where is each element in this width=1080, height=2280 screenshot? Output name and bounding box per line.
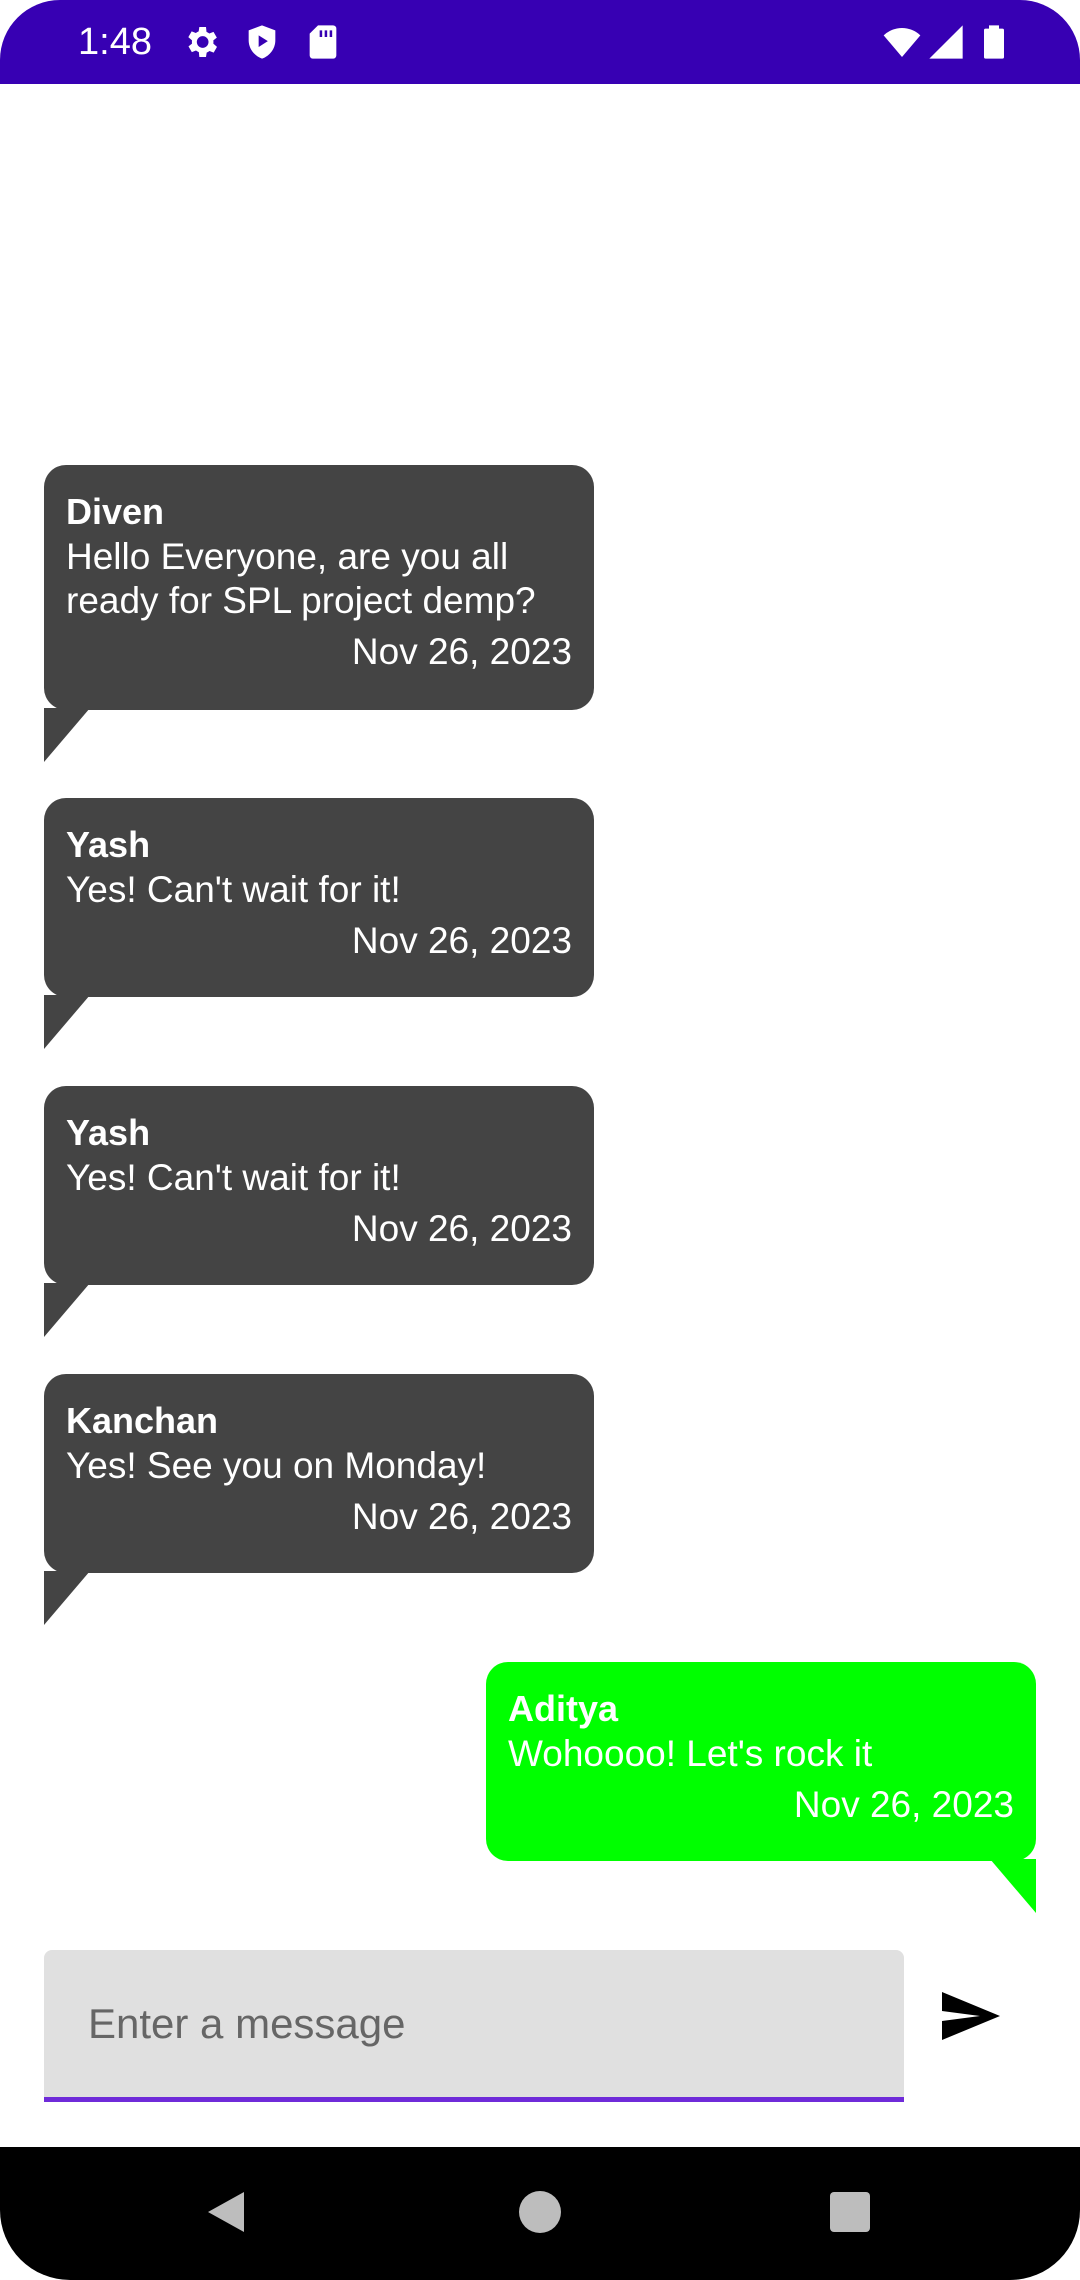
battery-icon <box>974 22 1014 62</box>
message-date: Nov 26, 2023 <box>351 1208 572 1249</box>
message-sender: Yash <box>66 1112 151 1153</box>
back-icon <box>208 2192 244 2232</box>
shield-play-icon <box>242 22 282 62</box>
message-sender: Kanchan <box>66 1400 219 1441</box>
message-text: Hello Everyone, are you all ready for SP… <box>66 536 536 621</box>
message-bubble-outgoing[interactable]: Aditya Wohoooo! Let's rock it Nov 26, 20… <box>486 1662 1036 1861</box>
bubble-tail <box>44 708 90 762</box>
send-icon <box>942 1992 1000 2040</box>
status-bar: 1:48 <box>0 0 1080 84</box>
message-input[interactable] <box>44 1950 904 2097</box>
message-sender: Diven <box>66 491 165 532</box>
bubble-tail <box>44 1571 90 1625</box>
message-input-container[interactable] <box>44 1950 904 2102</box>
send-button[interactable] <box>930 1976 1010 2056</box>
message-bubble[interactable]: Yash Yes! Can't wait for it! Nov 26, 202… <box>44 798 594 997</box>
wifi-icon <box>882 22 922 62</box>
home-button[interactable] <box>505 2177 575 2247</box>
message-text: Wohoooo! Let's rock it <box>508 1733 873 1774</box>
message-date: Nov 26, 2023 <box>793 1784 1014 1825</box>
status-time: 1:48 <box>78 21 152 63</box>
recents-button[interactable] <box>815 2177 885 2247</box>
bubble-tail <box>44 995 90 1049</box>
message-sender: Yash <box>66 824 151 865</box>
navigation-bar <box>0 2147 1080 2280</box>
sd-card-icon <box>303 22 343 62</box>
recents-icon <box>830 2192 870 2232</box>
message-text: Yes! See you on Monday! <box>66 1445 487 1486</box>
message-bubble[interactable]: Diven Hello Everyone, are you all ready … <box>44 465 594 710</box>
bubble-tail <box>990 1859 1036 1913</box>
message-text: Yes! Can't wait for it! <box>66 1157 401 1198</box>
message-bubble[interactable]: Kanchan Yes! See you on Monday! Nov 26, … <box>44 1374 594 1573</box>
message-sender: Aditya <box>508 1688 619 1729</box>
message-date: Nov 26, 2023 <box>351 920 572 961</box>
home-icon <box>519 2191 561 2233</box>
message-bubble[interactable]: Yash Yes! Can't wait for it! Nov 26, 202… <box>44 1086 594 1285</box>
message-date: Nov 26, 2023 <box>351 631 572 672</box>
gear-icon <box>181 22 221 62</box>
cellular-signal-icon <box>926 22 966 62</box>
message-date: Nov 26, 2023 <box>351 1496 572 1537</box>
back-button[interactable] <box>190 2177 260 2247</box>
message-text: Yes! Can't wait for it! <box>66 869 401 910</box>
bubble-tail <box>44 1283 90 1337</box>
